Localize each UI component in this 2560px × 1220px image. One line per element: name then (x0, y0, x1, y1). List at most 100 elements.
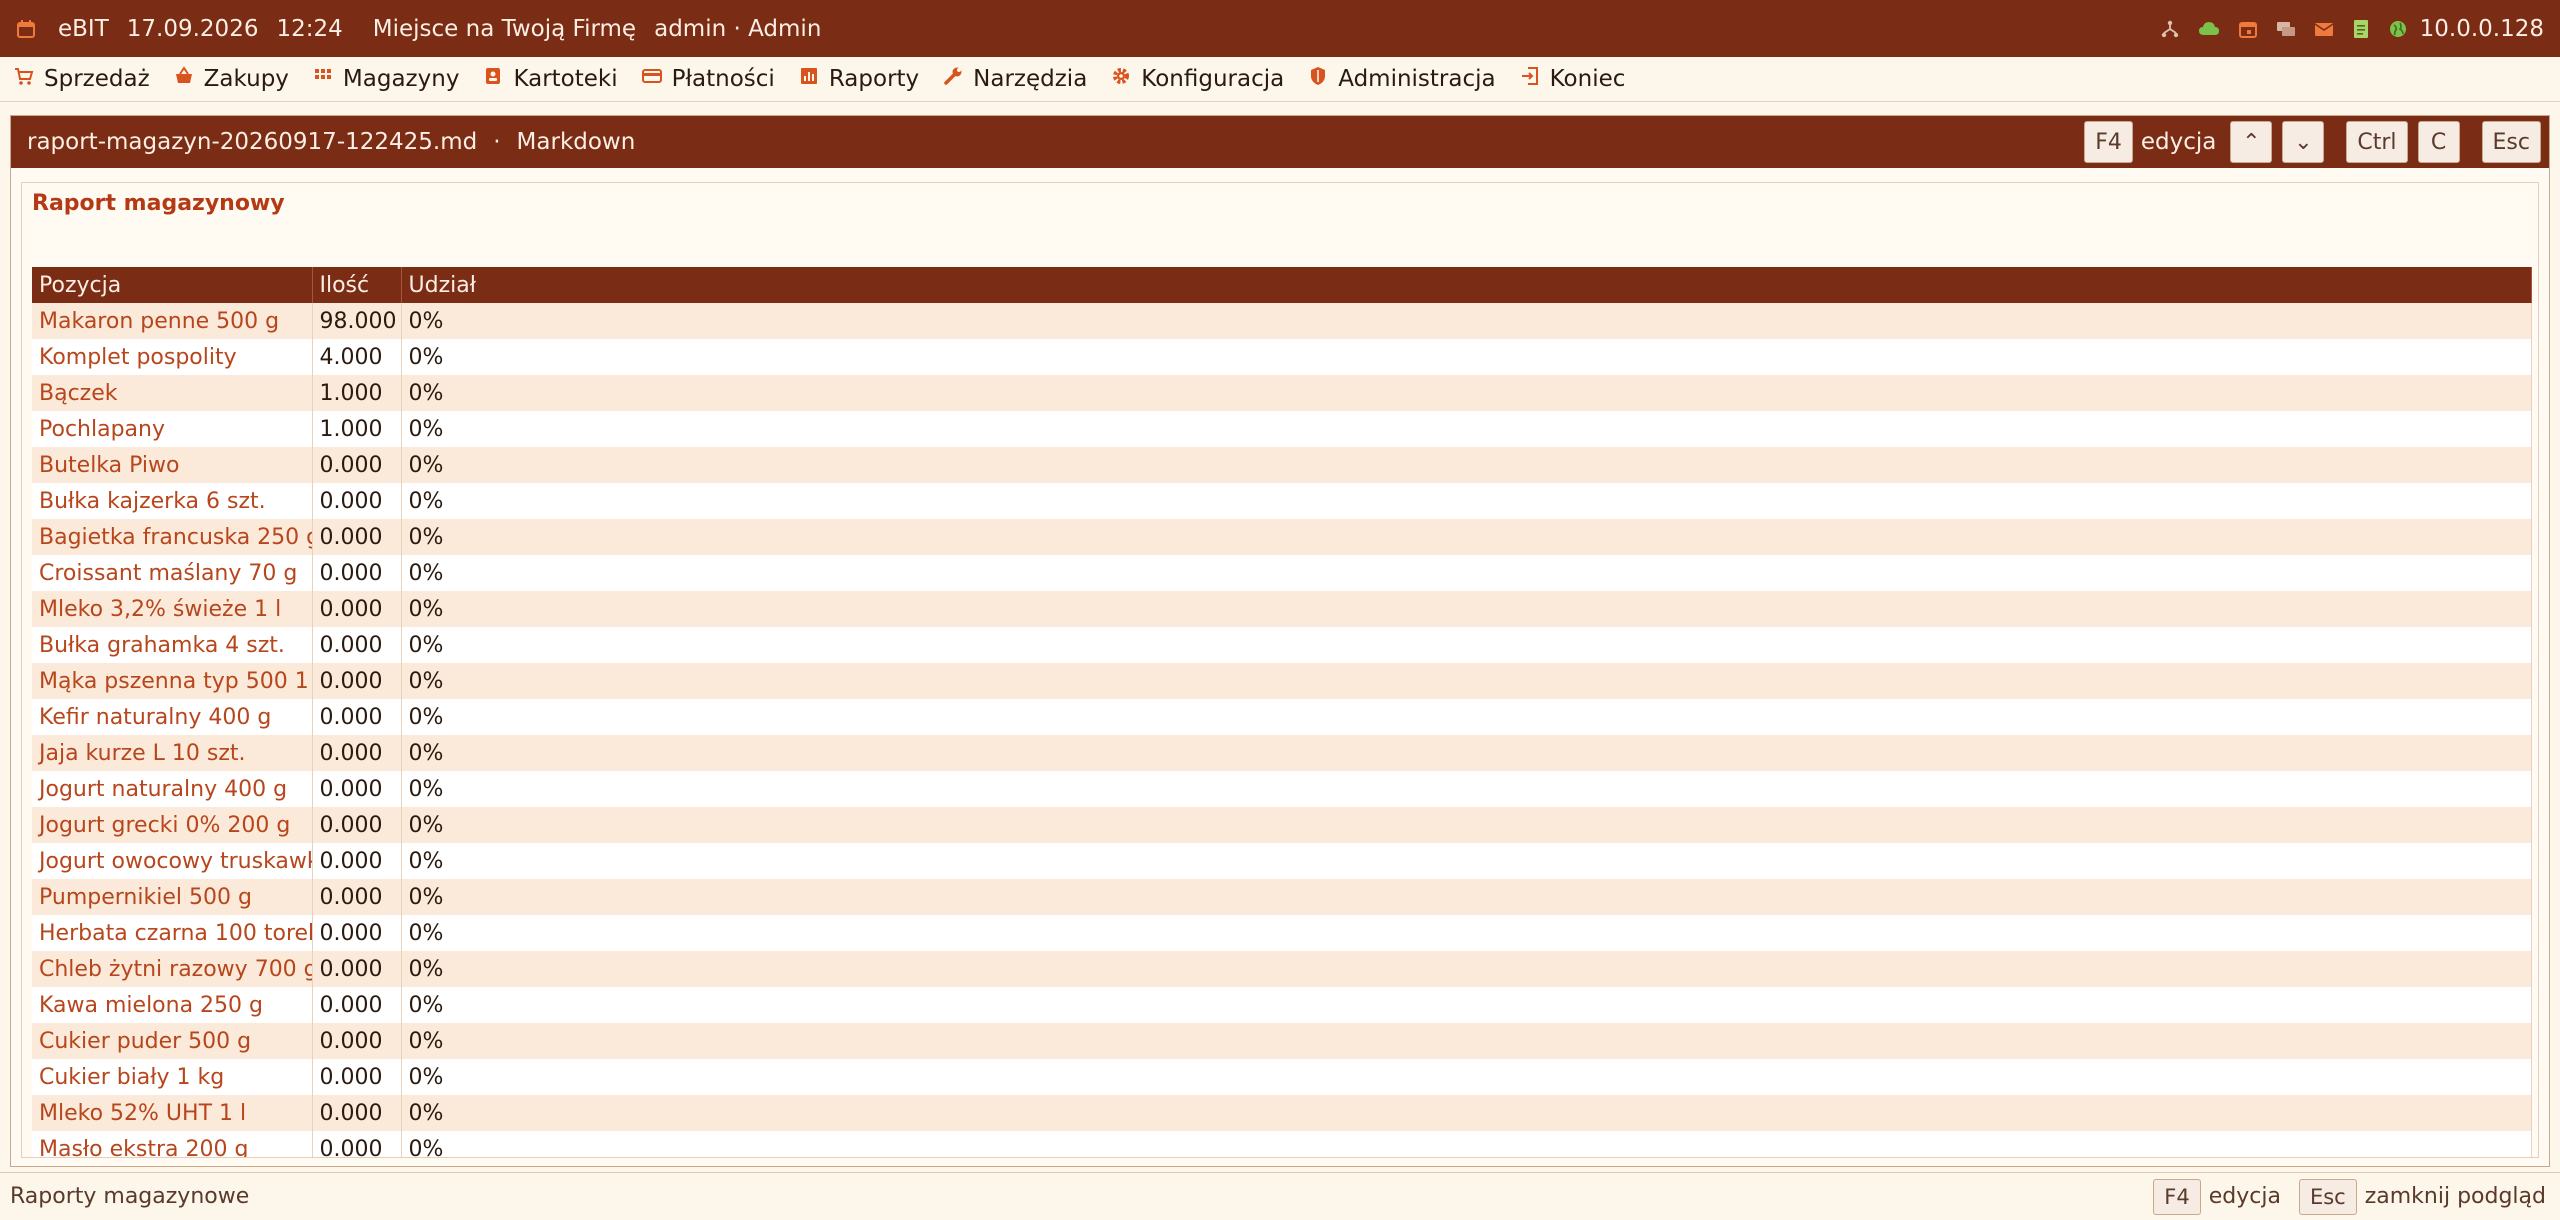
report-content[interactable]: Raport magazynowy Pozycja Ilość Udział M… (21, 182, 2539, 1158)
table-row[interactable]: Masło ekstra 200 g 0.000 0% (32, 1131, 2532, 1157)
ip-address: 10.0.0.128 (2419, 15, 2544, 42)
globe-icon[interactable] (2388, 19, 2408, 39)
column-header-pozycja[interactable]: Pozycja (32, 267, 313, 303)
menu-item-raporty[interactable]: Raporty (799, 66, 919, 92)
table-row[interactable]: Makaron penne 500 g 98.000 0% (32, 303, 2532, 339)
ctrl-key-button[interactable]: Ctrl (2346, 121, 2408, 163)
cell-pozycja: Kawa mielona 250 g (32, 987, 313, 1023)
cell-pozycja: Pumpernikiel 500 g (32, 879, 313, 915)
cell-pozycja: Jogurt owocowy truskawkowy (32, 843, 313, 879)
column-header-udzial[interactable]: Udział (401, 267, 2532, 303)
table-row[interactable]: Kefir naturalny 400 g 0.000 0% (32, 699, 2532, 735)
cell-udzial: 0% (401, 1131, 2532, 1157)
cell-ilosc: 0.000 (312, 483, 402, 519)
cell-pozycja: Makaron penne 500 g (32, 303, 313, 339)
cell-pozycja: Kefir naturalny 400 g (32, 699, 313, 735)
cell-udzial: 0% (401, 447, 2532, 483)
table-row[interactable]: Jogurt grecki 0% 200 g 0.000 0% (32, 807, 2532, 843)
cell-ilosc: 0.000 (312, 591, 402, 627)
menu-item-zakupy[interactable]: Zakupy (174, 66, 289, 92)
current-date: 17.09.2026 (126, 15, 259, 42)
scroll-up-button[interactable]: ⌃ (2230, 121, 2273, 163)
cell-ilosc: 0.000 (312, 951, 402, 987)
table-row[interactable]: Jogurt owocowy truskawkowy0.0000% (32, 843, 2532, 879)
cell-pozycja: Herbata czarna 100 torebek (32, 915, 313, 951)
column-header-ilosc[interactable]: Ilość (312, 267, 402, 303)
table-row[interactable]: Mąka pszenna typ 500 1 kg0.0000% (32, 663, 2532, 699)
title-bar: eBIT 17.09.2026 12:24 Miejsce na Twoją F… (0, 0, 2560, 57)
cell-ilosc: 0.000 (312, 447, 402, 483)
table-row[interactable]: Bagietka francuska 250 g 0.000 0% (32, 519, 2532, 555)
c-key-button[interactable]: C (2417, 121, 2460, 163)
esc-key-button[interactable]: Esc (2481, 121, 2541, 163)
cell-ilosc: 0.000 (312, 771, 402, 807)
mail-icon[interactable] (2314, 19, 2334, 39)
document-icon[interactable] (2352, 19, 2370, 39)
menu-item-koniec[interactable]: Koniec (1520, 66, 1625, 92)
menu-item-magazyny[interactable]: Magazyny (313, 66, 459, 92)
cell-udzial: 0% (401, 879, 2532, 915)
menu-item-administracja[interactable]: Administracja (1308, 66, 1496, 92)
cell-udzial: 0% (401, 915, 2532, 951)
calendar-icon[interactable] (2238, 19, 2258, 39)
basket-icon (174, 66, 204, 92)
table-row[interactable]: Mleko 3,2% świeże 1 l 0.000 0% (32, 591, 2532, 627)
table-row[interactable]: Pochlapany 1.000 0% (32, 411, 2532, 447)
table-row[interactable]: Bułka kajzerka 6 szt. 0.000 0% (32, 483, 2532, 519)
menu-item-konfiguracja[interactable]: Konfiguracja (1111, 66, 1284, 92)
cell-ilosc: 0.000 (312, 843, 402, 879)
chat-icon[interactable] (2276, 19, 2296, 39)
table-row[interactable]: Herbata czarna 100 torebek0.0000% (32, 915, 2532, 951)
exit-icon (1520, 66, 1550, 92)
cell-ilosc: 0.000 (312, 699, 402, 735)
cell-pozycja: Bączek (32, 375, 313, 411)
menu-item-kartoteki[interactable]: Kartoteki (483, 66, 618, 92)
scroll-down-button[interactable]: ⌄ (2282, 121, 2325, 163)
cell-udzial: 0% (401, 303, 2532, 339)
table-row[interactable]: Butelka Piwo 0.000 0% (32, 447, 2532, 483)
menu-item-sprzedaz[interactable]: Sprzedaż (14, 66, 150, 92)
cell-pozycja: Jogurt grecki 0% 200 g (32, 807, 313, 843)
cell-pozycja: Chleb żytni razowy 700 g (32, 951, 313, 987)
f4-key-button[interactable]: F4 (2084, 121, 2133, 163)
status-f4-key[interactable]: F4 (2153, 1178, 2201, 1215)
app-name: eBIT (58, 15, 109, 42)
cell-udzial: 0% (401, 1059, 2532, 1095)
cell-udzial: 0% (401, 1095, 2532, 1131)
report-table: Pozycja Ilość Udział Makaron penne 500 g… (32, 267, 2532, 1157)
cloud-icon[interactable] (2198, 19, 2220, 39)
cell-ilosc: 0.000 (312, 627, 402, 663)
table-row[interactable]: Bułka grahamka 4 szt. 0.000 0% (32, 627, 2532, 663)
table-row[interactable]: Komplet pospolity 4.000 0% (32, 339, 2532, 375)
table-row[interactable]: Bączek 1.000 0% (32, 375, 2532, 411)
table-row[interactable]: Kawa mielona 250 g 0.000 0% (32, 987, 2532, 1023)
cell-pozycja: Cukier puder 500 g (32, 1023, 313, 1059)
menu-item-platnosci[interactable]: Płatności (641, 66, 775, 92)
table-row[interactable]: Chleb żytni razowy 700 g 0.000 0% (32, 951, 2532, 987)
table-row[interactable]: Pumpernikiel 500 g 0.000 0% (32, 879, 2532, 915)
table-header-row: Pozycja Ilość Udział (32, 267, 2532, 303)
cell-ilosc: 0.000 (312, 807, 402, 843)
menu-item-narzedzia[interactable]: Narzędzia (943, 66, 1087, 92)
cell-pozycja: Masło ekstra 200 g (32, 1131, 313, 1157)
cell-udzial: 0% (401, 591, 2532, 627)
cell-udzial: 0% (401, 1023, 2532, 1059)
status-esc-key[interactable]: Esc (2298, 1178, 2357, 1215)
table-row[interactable]: Jaja kurze L 10 szt. 0.000 0% (32, 735, 2532, 771)
table-row[interactable]: Cukier puder 500 g 0.000 0% (32, 1023, 2532, 1059)
table-row[interactable]: Jogurt naturalny 400 g 0.000 0% (32, 771, 2532, 807)
cell-pozycja: Butelka Piwo (32, 447, 313, 483)
cell-udzial: 0% (401, 339, 2532, 375)
cell-pozycja: Pochlapany (32, 411, 313, 447)
cell-ilosc: 4.000 (312, 339, 402, 375)
table-row[interactable]: Mleko 52% UHT 1 l 0.000 0% (32, 1095, 2532, 1131)
calendar-icon[interactable] (16, 19, 36, 39)
cell-pozycja: Jogurt naturalny 400 g (32, 771, 313, 807)
current-time: 12:24 (276, 15, 343, 42)
status-edit-label: edycja (2208, 1184, 2281, 1209)
network-icon[interactable] (2160, 19, 2180, 39)
cell-udzial: 0% (401, 519, 2532, 555)
cell-pozycja: Jaja kurze L 10 szt. (32, 735, 313, 771)
table-row[interactable]: Croissant maślany 70 g 0.000 0% (32, 555, 2532, 591)
table-row[interactable]: Cukier biały 1 kg 0.000 0% (32, 1059, 2532, 1095)
